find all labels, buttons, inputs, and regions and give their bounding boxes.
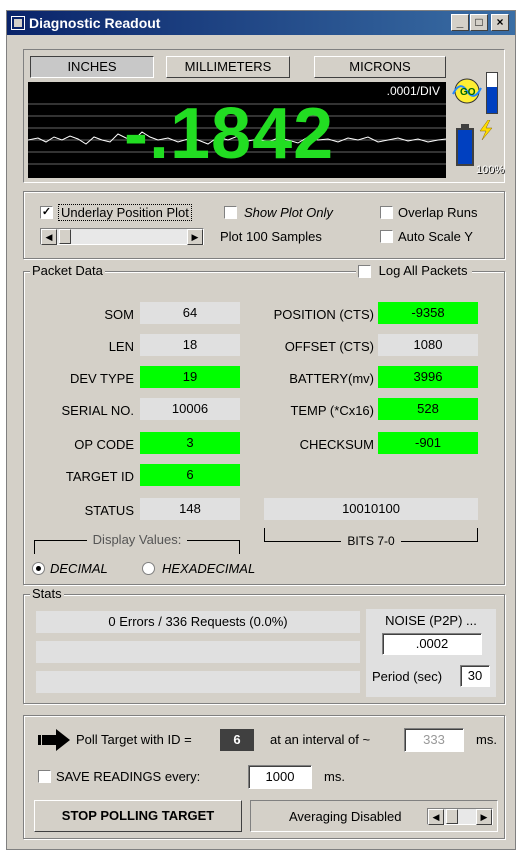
stats-line-3 [36,671,360,693]
inches-button[interactable]: INCHES [30,56,154,78]
signal-level-bar [486,72,498,114]
svg-text:GO: GO [460,87,476,98]
checksum-label: CHECKSUM [299,437,374,452]
averaging-left-arrow[interactable]: ◀ [428,809,444,825]
noise-panel: NOISE (P2P) ... .0002 Period (sec) 30 [366,609,496,697]
op-code-value: 3 [140,432,240,454]
display-values-label: Display Values: [34,532,240,547]
len-label: LEN [108,339,134,354]
decimal-label[interactable]: DECIMAL [50,561,108,576]
averaging-control[interactable]: Averaging Disabled ◀ ▶ [250,800,498,832]
battery-mv-label: BATTERY(mv) [289,371,374,386]
signal-indicator-icon: GO [450,74,484,108]
temp-label: TEMP (*Cx16) [290,403,374,418]
averaging-slider[interactable]: ◀ ▶ [427,808,493,825]
status-label: STATUS [84,503,134,518]
slider-right-arrow[interactable]: ▶ [187,229,203,245]
som-label: SOM [104,307,134,322]
interval-input[interactable]: 333 [404,728,464,752]
save-readings-checkbox[interactable] [38,770,51,783]
stats-summary: 0 Errors / 336 Requests (0.0%) [36,611,360,633]
save-readings-label[interactable]: SAVE READINGS every: [56,769,200,784]
dev-type-label: DEV TYPE [69,371,134,386]
serial-no-label: SERIAL NO. [61,403,134,418]
averaging-right-arrow[interactable]: ▶ [476,809,492,825]
som-value: 64 [140,302,240,324]
underlay-checkbox[interactable]: ✓ [40,206,53,219]
stats-label: Stats [30,586,64,601]
save-interval-input[interactable]: 1000 [248,765,312,789]
averaging-label: Averaging Disabled [289,809,402,824]
dev-type-value: 19 [140,366,240,388]
offset-label: OFFSET (CTS) [284,339,374,354]
noise-label: NOISE (P2P) ... [385,613,477,628]
slider-thumb[interactable] [59,229,71,244]
slider-left-arrow[interactable]: ◀ [41,229,57,245]
auto-scale-checkbox[interactable] [380,230,393,243]
samples-slider[interactable]: ◀ ▶ [40,228,204,245]
log-all-container[interactable]: Log All Packets [356,263,472,281]
target-id-value: 6 [140,464,240,486]
stop-polling-button[interactable]: STOP POLLING TARGET [34,800,242,832]
battery-percent: 100% [476,164,505,176]
offset-value: 1080 [378,334,478,356]
temp-value: 528 [378,398,478,420]
status-value: 148 [140,498,240,520]
save-ms-label: ms. [324,769,345,784]
noise-value: .0002 [382,633,482,655]
op-code-label: OP CODE [74,437,134,452]
period-label: Period (sec) [372,669,443,684]
position-label: POSITION (CTS) [273,307,374,322]
hexadecimal-radio[interactable] [142,562,155,575]
show-plot-only-checkbox[interactable] [224,206,237,219]
microns-button[interactable]: MICRONS [314,56,446,78]
poll-label: Poll Target with ID = [76,732,192,747]
averaging-thumb[interactable] [446,809,458,824]
plot-options-group: ✓ Underlay Position Plot Show Plot Only … [23,191,505,259]
bits-label: BITS 7-0 [264,534,478,548]
display-panel: INCHES MILLIMETERS MICRONS .0001/DIV -.1… [23,49,505,183]
packet-data-label: Packet Data [30,263,105,278]
position-readout: -.1842 [124,94,335,174]
underlay-label[interactable]: Underlay Position Plot [58,204,192,221]
show-plot-only-label[interactable]: Show Plot Only [244,205,333,220]
interval-ms-label: ms. [476,732,497,747]
target-id-label: TARGET ID [65,469,134,484]
overlap-runs-checkbox[interactable] [380,206,393,219]
interval-label: at an interval of ~ [270,732,371,747]
stats-line-2 [36,641,360,663]
app-icon [11,16,25,30]
battery-mv-value: 3996 [378,366,478,388]
poll-target-id[interactable]: 6 [220,729,254,751]
readout-screen: .0001/DIV -.1842 [28,82,446,178]
checksum-value: -901 [378,432,478,454]
len-value: 18 [140,334,240,356]
position-value: -9358 [378,302,478,324]
title-bar[interactable]: Diagnostic Readout _ □ × [7,11,515,35]
log-all-label[interactable]: Log All Packets [379,263,468,278]
hexadecimal-label[interactable]: HEXADECIMAL [162,561,255,576]
poll-group: Poll Target with ID = 6 at an interval o… [23,715,505,839]
period-input[interactable]: 30 [460,665,490,687]
overlap-runs-label[interactable]: Overlap Runs [398,205,477,220]
window-title: Diagnostic Readout [29,15,161,31]
serial-no-value: 10006 [140,398,240,420]
close-button[interactable]: × [491,14,509,31]
samples-label: Plot 100 Samples [220,229,322,244]
lightning-icon [476,119,496,141]
packet-data-group: Packet Data Log All Packets SOM 64 LEN 1… [23,263,505,585]
log-all-checkbox[interactable] [358,265,371,278]
arrow-right-icon [38,728,72,752]
battery-icon [456,124,474,166]
diagnostic-window: Diagnostic Readout _ □ × INCHES MILLIMET… [6,10,516,850]
minimize-button[interactable]: _ [451,14,469,31]
auto-scale-label[interactable]: Auto Scale Y [398,229,473,244]
millimeters-button[interactable]: MILLIMETERS [166,56,290,78]
decimal-radio[interactable] [32,562,45,575]
maximize-button[interactable]: □ [470,14,488,31]
stats-group: Stats 0 Errors / 336 Requests (0.0%) NOI… [23,586,505,704]
bits-value: 10010100 [264,498,478,520]
